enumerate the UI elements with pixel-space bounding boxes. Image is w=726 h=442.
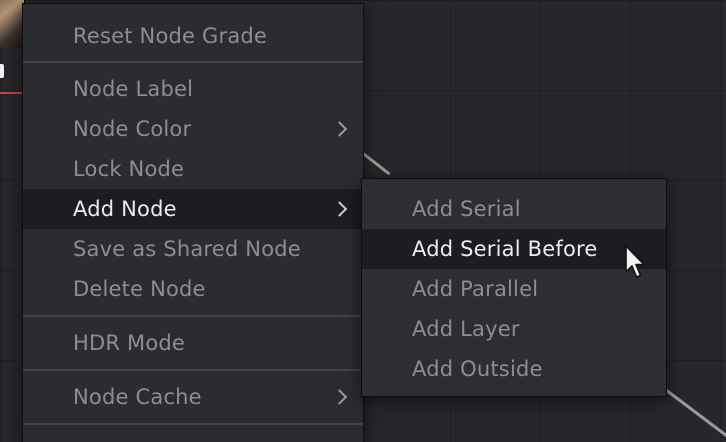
menu-item-add-node[interactable]: Add Node (23, 189, 363, 229)
menu-item-save-as-shared-node[interactable]: Save as Shared Node (23, 229, 363, 269)
submenu-item-label: Add Serial Before (412, 237, 598, 261)
submenu-item-add-serial[interactable]: Add Serial (362, 189, 666, 229)
menu-item-node-color[interactable]: Node Color (23, 109, 363, 149)
chevron-right-icon (331, 389, 348, 405)
menu-item-label: HDR Mode (73, 331, 186, 355)
menu-item-hdr-mode[interactable]: HDR Mode (23, 323, 363, 363)
menu-item-lock-node[interactable]: Lock Node (23, 149, 363, 189)
submenu-item-add-layer[interactable]: Add Layer (362, 309, 666, 349)
menu-item-label: Reset Node Grade (73, 24, 268, 48)
submenu-item-add-parallel[interactable]: Add Parallel (362, 269, 666, 309)
menu-item-label: Node Cache (73, 385, 202, 409)
menu-item-label: Add Node (73, 197, 177, 221)
menu-item-reset-node-grade[interactable]: Reset Node Grade (23, 16, 363, 56)
menu-item-label: Node Color (73, 117, 192, 141)
menu-item-label: Delete Node (73, 277, 206, 301)
submenu-item-add-outside[interactable]: Add Outside (362, 349, 666, 389)
menu-separator (23, 423, 363, 425)
menu-item-node-label[interactable]: Node Label (23, 69, 363, 109)
submenu-item-label: Add Outside (412, 357, 543, 381)
menu-item-label: Save as Shared Node (73, 237, 301, 261)
chevron-right-icon (331, 201, 348, 217)
menu-item-label: Lock Node (73, 157, 185, 181)
node-editor-canvas[interactable]: Reset Node Grade Node Label Node Color L… (0, 0, 726, 442)
menu-item-delete-node[interactable]: Delete Node (23, 269, 363, 309)
menu-separator (23, 315, 363, 317)
chevron-right-icon (331, 121, 348, 137)
submenu-item-label: Add Serial (412, 197, 521, 221)
menu-item-label: Node Label (73, 77, 194, 101)
menu-separator (23, 369, 363, 371)
mouse-pointer-icon (625, 245, 645, 278)
menu-separator (23, 61, 363, 63)
submenu-item-label: Add Layer (412, 317, 520, 341)
menu-item-node-cache[interactable]: Node Cache (23, 377, 363, 417)
node-output-port[interactable] (0, 64, 4, 78)
add-node-submenu: Add Serial Add Serial Before Add Paralle… (361, 178, 667, 397)
submenu-item-label: Add Parallel (412, 277, 539, 301)
node-context-menu: Reset Node Grade Node Label Node Color L… (22, 3, 364, 442)
node-connector-line (659, 384, 726, 441)
submenu-item-add-serial-before[interactable]: Add Serial Before (362, 229, 666, 269)
